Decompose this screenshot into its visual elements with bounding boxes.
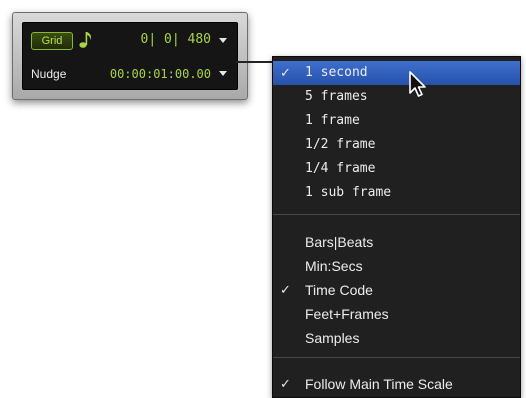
grid-value: 0| 0| 480 <box>140 32 211 47</box>
eighth-note-icon <box>79 32 91 48</box>
menu-item-label: Bars|Beats <box>305 234 374 250</box>
menu-item-label: 1 second <box>305 65 368 80</box>
nudge-label: Nudge <box>31 67 67 81</box>
menu-item-label: 1/2 frame <box>305 137 376 152</box>
menu-item-label: Time Code <box>305 282 373 298</box>
nudge-value[interactable]: 00:00:01:00.00 <box>103 67 211 81</box>
menu-separator <box>273 214 520 215</box>
nudge-dropdown-arrow-icon[interactable] <box>219 71 227 76</box>
menu-item-follow-main-time-scale[interactable]: ✓ Follow Main Time Scale <box>273 372 520 396</box>
grid-nudge-panel: Grid 0| 0| 480 Nudge 00:00:01:00.00 <box>12 12 248 100</box>
menu-item-half-frame[interactable]: 1/2 frame <box>273 133 520 157</box>
nudge-dropdown-menu: ✓ 1 second 5 frames 1 frame 1/2 frame 1/… <box>272 56 521 398</box>
menu-item-label: Feet+Frames <box>305 306 389 322</box>
menu-item-feet-frames[interactable]: Feet+Frames <box>273 302 520 326</box>
menu-item-label: 5 frames <box>305 89 368 104</box>
grid-nudge-display: Grid 0| 0| 480 Nudge 00:00:01:00.00 <box>22 22 238 90</box>
menu-item-samples[interactable]: Samples <box>273 326 520 350</box>
menu-item-min-secs[interactable]: Min:Secs <box>273 254 520 278</box>
menu-item-1-frame[interactable]: 1 frame <box>273 109 520 133</box>
menu-item-1-sub-frame[interactable]: 1 sub frame <box>273 181 520 205</box>
menu-item-label: Samples <box>305 330 360 346</box>
menu-item-bars-beats[interactable]: Bars|Beats <box>273 230 520 254</box>
checkmark-icon: ✓ <box>280 65 291 80</box>
menu-item-label: 1 sub frame <box>305 185 392 200</box>
grid-button[interactable]: Grid <box>31 32 73 50</box>
checkmark-icon: ✓ <box>280 376 291 391</box>
menu-item-label: 1/4 frame <box>305 161 376 176</box>
menu-item-quarter-frame[interactable]: 1/4 frame <box>273 157 520 181</box>
nudge-row: Nudge 00:00:01:00.00 <box>23 59 237 87</box>
menu-item-label: Follow Main Time Scale <box>305 376 453 392</box>
grid-dropdown-arrow-icon[interactable] <box>219 38 227 43</box>
mouse-pointer-icon <box>409 71 426 97</box>
menu-item-label: Min:Secs <box>305 258 363 274</box>
menu-item-time-code[interactable]: ✓ Time Code <box>273 278 520 302</box>
menu-item-label: 1 frame <box>305 113 360 128</box>
menu-separator <box>273 357 520 358</box>
menu-item-1-second[interactable]: ✓ 1 second <box>273 61 520 85</box>
callout-line <box>236 61 272 63</box>
menu-item-5-frames[interactable]: 5 frames <box>273 85 520 109</box>
checkmark-icon: ✓ <box>280 282 291 297</box>
grid-row: Grid 0| 0| 480 <box>23 28 237 56</box>
